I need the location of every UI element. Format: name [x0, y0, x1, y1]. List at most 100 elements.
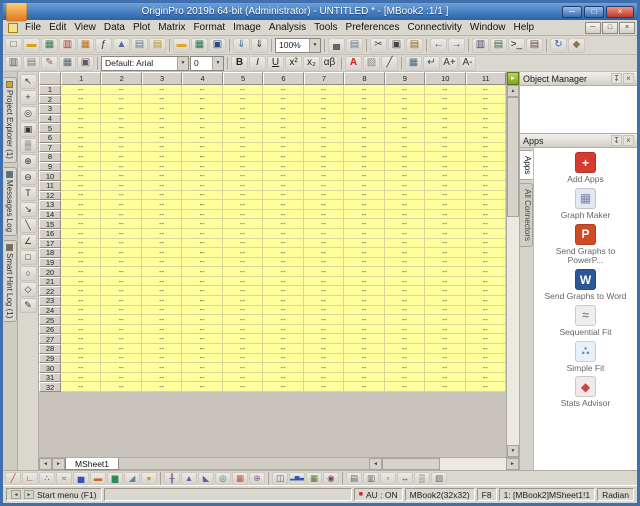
- chevron-down-icon[interactable]: ▼: [177, 57, 188, 70]
- matrix-cell[interactable]: --: [223, 219, 263, 229]
- column-header[interactable]: 6: [263, 72, 303, 85]
- column-header[interactable]: 9: [385, 72, 425, 85]
- matrix-cell[interactable]: --: [304, 239, 344, 249]
- matrix-cell[interactable]: --: [425, 200, 465, 210]
- matrix-cell[interactable]: --: [182, 85, 222, 95]
- app-sequential-fit[interactable]: ≈Sequential Fit: [538, 305, 634, 338]
- fit-page-button[interactable]: ▫: [380, 472, 396, 485]
- matrix-cell[interactable]: --: [425, 114, 465, 124]
- matrix-cell[interactable]: --: [142, 85, 182, 95]
- matrix-cell[interactable]: --: [61, 277, 101, 287]
- row-header[interactable]: 21: [39, 277, 61, 287]
- polygon-tool[interactable]: ◇: [20, 282, 37, 297]
- extend-columns-button[interactable]: ►: [507, 72, 519, 85]
- matrix-cell[interactable]: --: [142, 123, 182, 133]
- matrix-cell[interactable]: --: [385, 229, 425, 239]
- matrix-cell[interactable]: --: [223, 152, 263, 162]
- font-color-button[interactable]: A: [345, 56, 362, 71]
- heatmap-button[interactable]: ▦: [232, 472, 248, 485]
- screen-reader-tool[interactable]: +: [20, 90, 37, 105]
- matrix-cell[interactable]: --: [263, 229, 303, 239]
- matrix-cell[interactable]: --: [101, 363, 141, 373]
- matrix-cell[interactable]: --: [304, 382, 344, 392]
- print-button[interactable]: ▄: [328, 38, 345, 53]
- select-all-corner[interactable]: [39, 72, 61, 85]
- matrix-cell[interactable]: --: [101, 277, 141, 287]
- matrix-cell[interactable]: --: [263, 200, 303, 210]
- matrix-cell[interactable]: --: [466, 344, 506, 354]
- matrix-cell[interactable]: --: [61, 325, 101, 335]
- mdi-close-button[interactable]: ×: [619, 22, 635, 34]
- rescale-button[interactable]: ↔: [397, 472, 413, 485]
- matrix-cell[interactable]: --: [263, 104, 303, 114]
- matrix-cell[interactable]: --: [101, 152, 141, 162]
- matrix-cell[interactable]: --: [385, 354, 425, 364]
- menu-help[interactable]: Help: [510, 21, 539, 34]
- matrix-cell[interactable]: --: [425, 286, 465, 296]
- column-header[interactable]: 7: [304, 72, 344, 85]
- matrix-cell[interactable]: --: [344, 219, 384, 229]
- matrix-cell[interactable]: --: [182, 239, 222, 249]
- matrix-cell[interactable]: --: [101, 306, 141, 316]
- bold-button[interactable]: B: [231, 56, 248, 71]
- matrix-cell[interactable]: --: [425, 363, 465, 373]
- matrix-cell[interactable]: --: [101, 258, 141, 268]
- menu-edit[interactable]: Edit: [45, 21, 70, 34]
- row-header[interactable]: 10: [39, 171, 61, 181]
- matrix-cell[interactable]: --: [385, 363, 425, 373]
- matrix-cell[interactable]: --: [101, 162, 141, 172]
- matrix-cell[interactable]: --: [304, 85, 344, 95]
- matrix-cell[interactable]: --: [182, 152, 222, 162]
- matrix-cell[interactable]: --: [425, 171, 465, 181]
- matrix-cell[interactable]: --: [61, 286, 101, 296]
- matrix-cell[interactable]: --: [385, 373, 425, 383]
- app-stats-advisor[interactable]: ◆Stats Advisor: [538, 376, 634, 409]
- matrix-cell[interactable]: --: [142, 267, 182, 277]
- matrix-cell[interactable]: --: [385, 191, 425, 201]
- matrix-cell[interactable]: --: [263, 354, 303, 364]
- matrix-cell[interactable]: --: [142, 114, 182, 124]
- matrix-cell[interactable]: --: [466, 382, 506, 392]
- matrix-cell[interactable]: --: [61, 229, 101, 239]
- matrix-cell[interactable]: --: [223, 354, 263, 364]
- row-header[interactable]: 13: [39, 200, 61, 210]
- matrix-cell[interactable]: --: [142, 143, 182, 153]
- matrix-cell[interactable]: --: [223, 306, 263, 316]
- graph-gallery-button[interactable]: ▥: [363, 472, 379, 485]
- zoom-out-tool[interactable]: ⊖: [20, 170, 37, 185]
- matrix-cell[interactable]: --: [385, 152, 425, 162]
- cut-button[interactable]: ✂: [370, 38, 387, 53]
- refresh-button[interactable]: ↻: [550, 38, 567, 53]
- chevron-down-icon[interactable]: ▼: [212, 57, 223, 70]
- row-header[interactable]: 5: [39, 123, 61, 133]
- matrix-cell[interactable]: --: [344, 239, 384, 249]
- matrix-cell[interactable]: --: [61, 373, 101, 383]
- matrix-cell[interactable]: --: [344, 363, 384, 373]
- minimize-button[interactable]: ─: [562, 6, 582, 18]
- menu-view[interactable]: View: [70, 21, 100, 34]
- matrix-cell[interactable]: --: [425, 315, 465, 325]
- matrix-cell[interactable]: --: [61, 143, 101, 153]
- matrix-cell[interactable]: --: [425, 229, 465, 239]
- matrix-cell[interactable]: --: [425, 382, 465, 392]
- matrix-cell[interactable]: --: [304, 95, 344, 105]
- font-combo[interactable]: Default: Arial▼: [101, 56, 189, 71]
- vertical-scrollbar-track[interactable]: [507, 217, 519, 445]
- italic-button[interactable]: I: [249, 56, 266, 71]
- matrix-cell[interactable]: --: [385, 325, 425, 335]
- matrix-cell[interactable]: --: [142, 373, 182, 383]
- matrix-cell[interactable]: --: [182, 344, 222, 354]
- matrix-cell[interactable]: --: [182, 334, 222, 344]
- matrix-cell[interactable]: --: [182, 95, 222, 105]
- matrix-cell[interactable]: --: [142, 219, 182, 229]
- matrix-cell[interactable]: --: [61, 363, 101, 373]
- matrix-cell[interactable]: --: [466, 296, 506, 306]
- matrix-cell[interactable]: --: [182, 306, 222, 316]
- side-tab-apps[interactable]: Apps: [520, 150, 533, 180]
- matrix-cell[interactable]: --: [344, 382, 384, 392]
- menu-format[interactable]: Format: [189, 21, 229, 34]
- matrix-cell[interactable]: --: [304, 277, 344, 287]
- matrix-cell[interactable]: --: [101, 133, 141, 143]
- matrix-cell[interactable]: --: [263, 133, 303, 143]
- tab-project-explorer[interactable]: Project Explorer (1): [4, 77, 17, 163]
